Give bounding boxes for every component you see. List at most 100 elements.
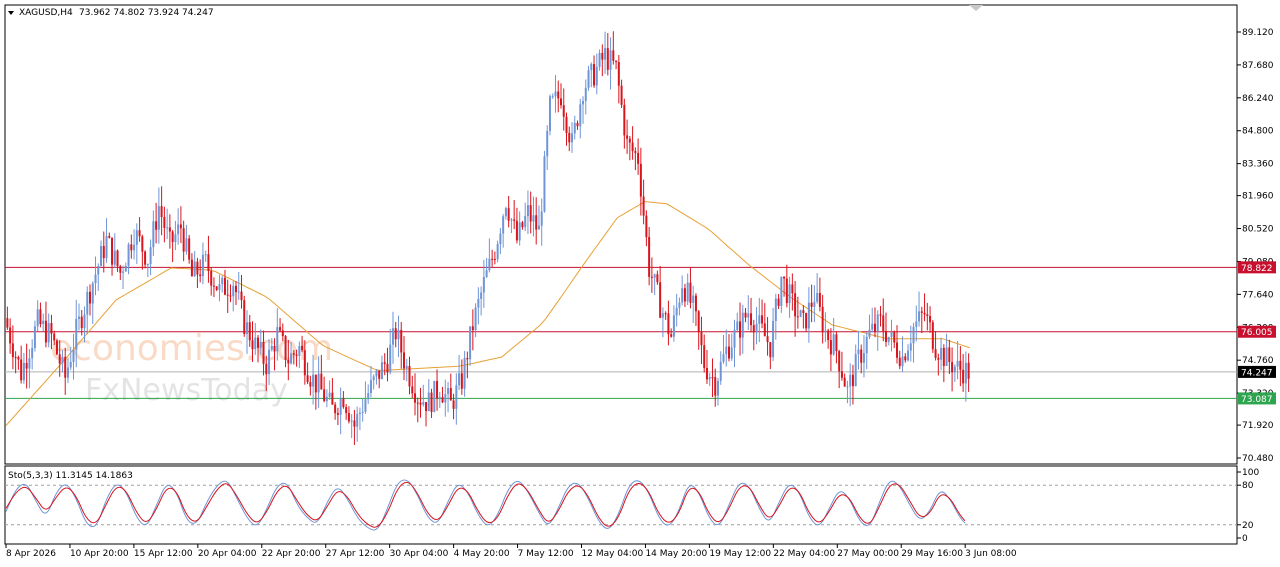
candle-body <box>873 323 876 332</box>
candle-body <box>33 326 36 348</box>
candle-body <box>504 208 507 217</box>
candle-body <box>593 64 596 86</box>
candle-body <box>763 323 766 337</box>
candle-body <box>766 336 769 343</box>
candle-body <box>909 343 912 351</box>
candle-body <box>565 116 568 133</box>
candle-body <box>36 309 39 327</box>
candle-body <box>436 381 439 399</box>
candle-body <box>645 215 648 238</box>
candle-body <box>276 327 279 352</box>
candle-body <box>353 420 356 427</box>
candle-body <box>375 370 378 377</box>
candle-body <box>807 302 810 329</box>
candle-body <box>281 330 284 337</box>
candle-body <box>262 342 265 364</box>
price-tick-label: 70.480 <box>1242 454 1274 464</box>
candle-body <box>617 62 620 86</box>
candle-body <box>524 216 527 228</box>
candle-body <box>604 48 607 60</box>
candle-body <box>670 334 673 337</box>
candle-body <box>323 389 326 402</box>
stochastic-panel[interactable] <box>4 465 1238 545</box>
candle-body <box>204 254 207 256</box>
candle-body <box>284 336 287 361</box>
candle-body <box>210 271 213 286</box>
candle-body <box>951 362 954 373</box>
level-tag-label: 74.247 <box>1241 368 1273 378</box>
time-tick-label: 19 May 12:00 <box>709 549 771 559</box>
candle-body <box>116 250 119 267</box>
candle-body <box>358 412 361 414</box>
candle-body <box>17 357 20 360</box>
candle-body <box>488 258 491 271</box>
candle-body <box>212 285 215 287</box>
candle-body <box>28 358 31 369</box>
candle-body <box>309 382 312 387</box>
candle-body <box>678 302 681 308</box>
candle-body <box>681 288 684 303</box>
candle-body <box>463 357 466 389</box>
candle-body <box>661 313 664 318</box>
candle-body <box>199 274 202 277</box>
candle-body <box>223 277 226 295</box>
candle-body <box>507 208 510 221</box>
candle-body <box>433 381 436 412</box>
candle-body <box>714 377 717 396</box>
candle-body <box>411 386 414 394</box>
candle-body <box>562 105 565 117</box>
candle-body <box>279 327 282 331</box>
candle-body <box>967 362 970 379</box>
candle-body <box>568 132 571 143</box>
price-tick-label: 74.760 <box>1242 356 1274 366</box>
candle-body <box>50 323 53 334</box>
price-tick-label: 87.680 <box>1242 61 1274 71</box>
candle-body <box>122 271 125 273</box>
level-tag-label: 78.822 <box>1241 264 1273 274</box>
candle-body <box>857 349 860 355</box>
watermark-fxnewstoday: FxNewsToday <box>85 373 288 408</box>
candle-body <box>397 329 400 340</box>
candle-body <box>182 228 185 252</box>
candle-body <box>915 321 918 327</box>
candle-body <box>648 237 651 277</box>
price-tick-label: 77.640 <box>1242 290 1274 300</box>
candle-body <box>755 323 758 333</box>
candle-body <box>851 374 854 387</box>
candle-body <box>890 331 893 337</box>
sto-tick-label: 80 <box>1242 481 1254 491</box>
candle-body <box>226 294 229 296</box>
time-tick-label: 22 May 04:00 <box>773 549 835 559</box>
candle-body <box>832 334 835 355</box>
candle-body <box>532 215 535 222</box>
candle-body <box>818 292 821 307</box>
candle-body <box>273 345 276 352</box>
candle-body <box>444 394 447 403</box>
candle-body <box>502 216 505 234</box>
candle-body <box>708 377 711 380</box>
candle-body <box>598 52 601 67</box>
candle-body <box>664 313 667 315</box>
candle-body <box>962 369 965 384</box>
candle-body <box>342 398 345 408</box>
candle-body <box>546 130 549 157</box>
candle-body <box>155 221 158 230</box>
time-tick-label: 27 May 00:00 <box>837 549 899 559</box>
candle-body <box>234 285 237 293</box>
time-tick-label: 4 May 20:00 <box>454 549 510 559</box>
candle-body <box>750 313 753 326</box>
candle-body <box>926 314 929 317</box>
candle-body <box>75 319 78 350</box>
symbol-label[interactable]: XAGUSD,H4 <box>19 8 73 18</box>
candle-body <box>628 138 631 143</box>
candle-body <box>659 282 662 318</box>
candle-body <box>306 375 309 383</box>
candle-body <box>221 277 224 285</box>
time-tick-label: 10 Apr 20:00 <box>70 549 129 559</box>
candle-body <box>190 259 193 277</box>
candle-body <box>736 321 739 330</box>
candle-body <box>761 315 764 324</box>
candle-body <box>105 236 108 259</box>
price-tick-label: 89.120 <box>1242 28 1274 38</box>
candle-body <box>653 274 656 278</box>
